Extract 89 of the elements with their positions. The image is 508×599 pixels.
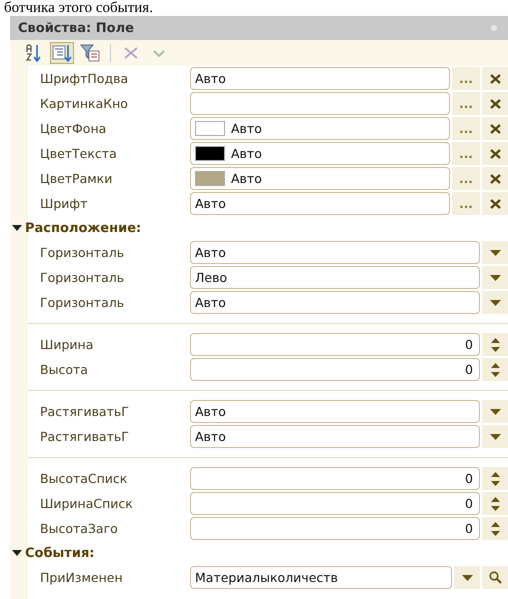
close-icon: [490, 148, 500, 158]
property-label: ВысотаЗаго: [40, 521, 119, 536]
dropdown-arrow-icon: [490, 434, 500, 440]
property-label: РастягиватьГ: [40, 429, 130, 444]
dropdown-arrow-icon: [490, 274, 500, 280]
close-icon: [490, 198, 500, 208]
handler-field[interactable]: Материалыколичеств: [190, 566, 452, 589]
property-label: ЦветТекста: [40, 146, 118, 161]
close-icon: [490, 174, 500, 184]
clear-button[interactable]: [482, 192, 508, 215]
select-button[interactable]: ...: [452, 167, 480, 190]
delete-icon: [123, 46, 139, 60]
number-field[interactable]: 0: [190, 358, 480, 381]
expand-arrow-icon[interactable]: [12, 549, 22, 557]
property-field[interactable]: Авто: [190, 192, 450, 215]
spin-arrows-icon: [490, 496, 500, 510]
toolbar-button[interactable]: [50, 42, 74, 64]
property-label: КартинкаКно: [40, 96, 129, 111]
property-field[interactable]: Авто: [190, 142, 450, 165]
property-label: Горизонталь: [40, 295, 126, 310]
property-label: ЦветРамки: [40, 171, 114, 186]
dropdown-field[interactable]: Авто: [190, 291, 480, 314]
close-icon: [490, 74, 500, 84]
dropdown-field[interactable]: Авто: [190, 425, 480, 448]
property-label: РастягиватьГ: [40, 404, 130, 419]
dropdown-button[interactable]: [454, 566, 480, 589]
expand-arrow-icon[interactable]: [12, 224, 22, 232]
select-button[interactable]: ...: [452, 142, 480, 165]
property-label: Горизонталь: [40, 270, 126, 285]
dropdown-button[interactable]: [482, 425, 508, 448]
number-field[interactable]: 0: [190, 467, 480, 490]
close-icon: [490, 124, 500, 134]
spin-arrows-icon: [490, 522, 500, 536]
open-button[interactable]: [482, 566, 508, 589]
dropdown-field[interactable]: Авто: [190, 400, 480, 423]
dropdown-arrow-icon: [490, 408, 500, 414]
dropdown-button[interactable]: [482, 241, 508, 264]
dropdown-button[interactable]: [482, 291, 508, 314]
document-text: ботчика этого события.: [3, 0, 154, 16]
select-button[interactable]: ...: [452, 92, 480, 115]
close-icon: [490, 98, 500, 108]
spin-button[interactable]: [482, 492, 508, 515]
filter-icon: [80, 44, 100, 62]
clear-button[interactable]: [482, 142, 508, 165]
dropdown-field[interactable]: Авто: [190, 241, 480, 264]
property-label: Горизонталь: [40, 245, 126, 260]
spin-button[interactable]: [482, 467, 508, 490]
category-list-icon: [52, 44, 72, 62]
number-field[interactable]: 0: [190, 517, 480, 540]
number-field[interactable]: 0: [190, 333, 480, 356]
property-label: ПриИзменен: [40, 570, 124, 585]
select-button[interactable]: ...: [452, 117, 480, 140]
section-header: Расположение:: [25, 220, 142, 236]
spin-button[interactable]: [482, 517, 508, 540]
clear-button[interactable]: [482, 117, 508, 140]
select-button[interactable]: ...: [452, 67, 480, 90]
property-field[interactable]: Авто: [190, 167, 450, 190]
dropdown-field[interactable]: Лево: [190, 266, 480, 289]
spin-button[interactable]: [482, 358, 508, 381]
property-field[interactable]: Авто: [190, 67, 450, 90]
spin-arrows-icon: [490, 338, 500, 352]
number-field[interactable]: 0: [190, 492, 480, 515]
clear-button[interactable]: [482, 92, 508, 115]
property-field[interactable]: [190, 92, 450, 115]
clear-button[interactable]: [482, 167, 508, 190]
dropdown-arrow-icon: [490, 300, 500, 306]
sort-icon: [26, 44, 42, 62]
section-header: События:: [25, 546, 94, 560]
clear-button[interactable]: [482, 67, 508, 90]
checkmark-icon: [152, 48, 166, 58]
dropdown-arrow-icon: [462, 574, 472, 580]
property-label: ЦветФона: [40, 121, 108, 136]
spin-arrows-icon: [490, 472, 500, 486]
dropdown-arrow-icon: [490, 250, 500, 256]
toolbar-button[interactable]: [78, 42, 102, 64]
panel-title: Свойства: Поле: [10, 16, 508, 40]
property-label: ВысотаСписк: [40, 471, 128, 486]
dropdown-button[interactable]: [482, 266, 508, 289]
property-label: Ширина: [40, 337, 94, 352]
search-icon: [488, 571, 502, 584]
select-button[interactable]: ...: [452, 192, 480, 215]
property-label: Высота: [40, 362, 89, 377]
property-label: Шрифт: [40, 196, 88, 211]
property-label: ШрифтПодва: [40, 71, 130, 86]
spin-button[interactable]: [482, 333, 508, 356]
dropdown-button[interactable]: [482, 400, 508, 423]
spin-arrows-icon: [490, 362, 500, 376]
property-field[interactable]: Авто: [190, 117, 450, 140]
property-label: ШиринаСписк: [40, 496, 134, 511]
